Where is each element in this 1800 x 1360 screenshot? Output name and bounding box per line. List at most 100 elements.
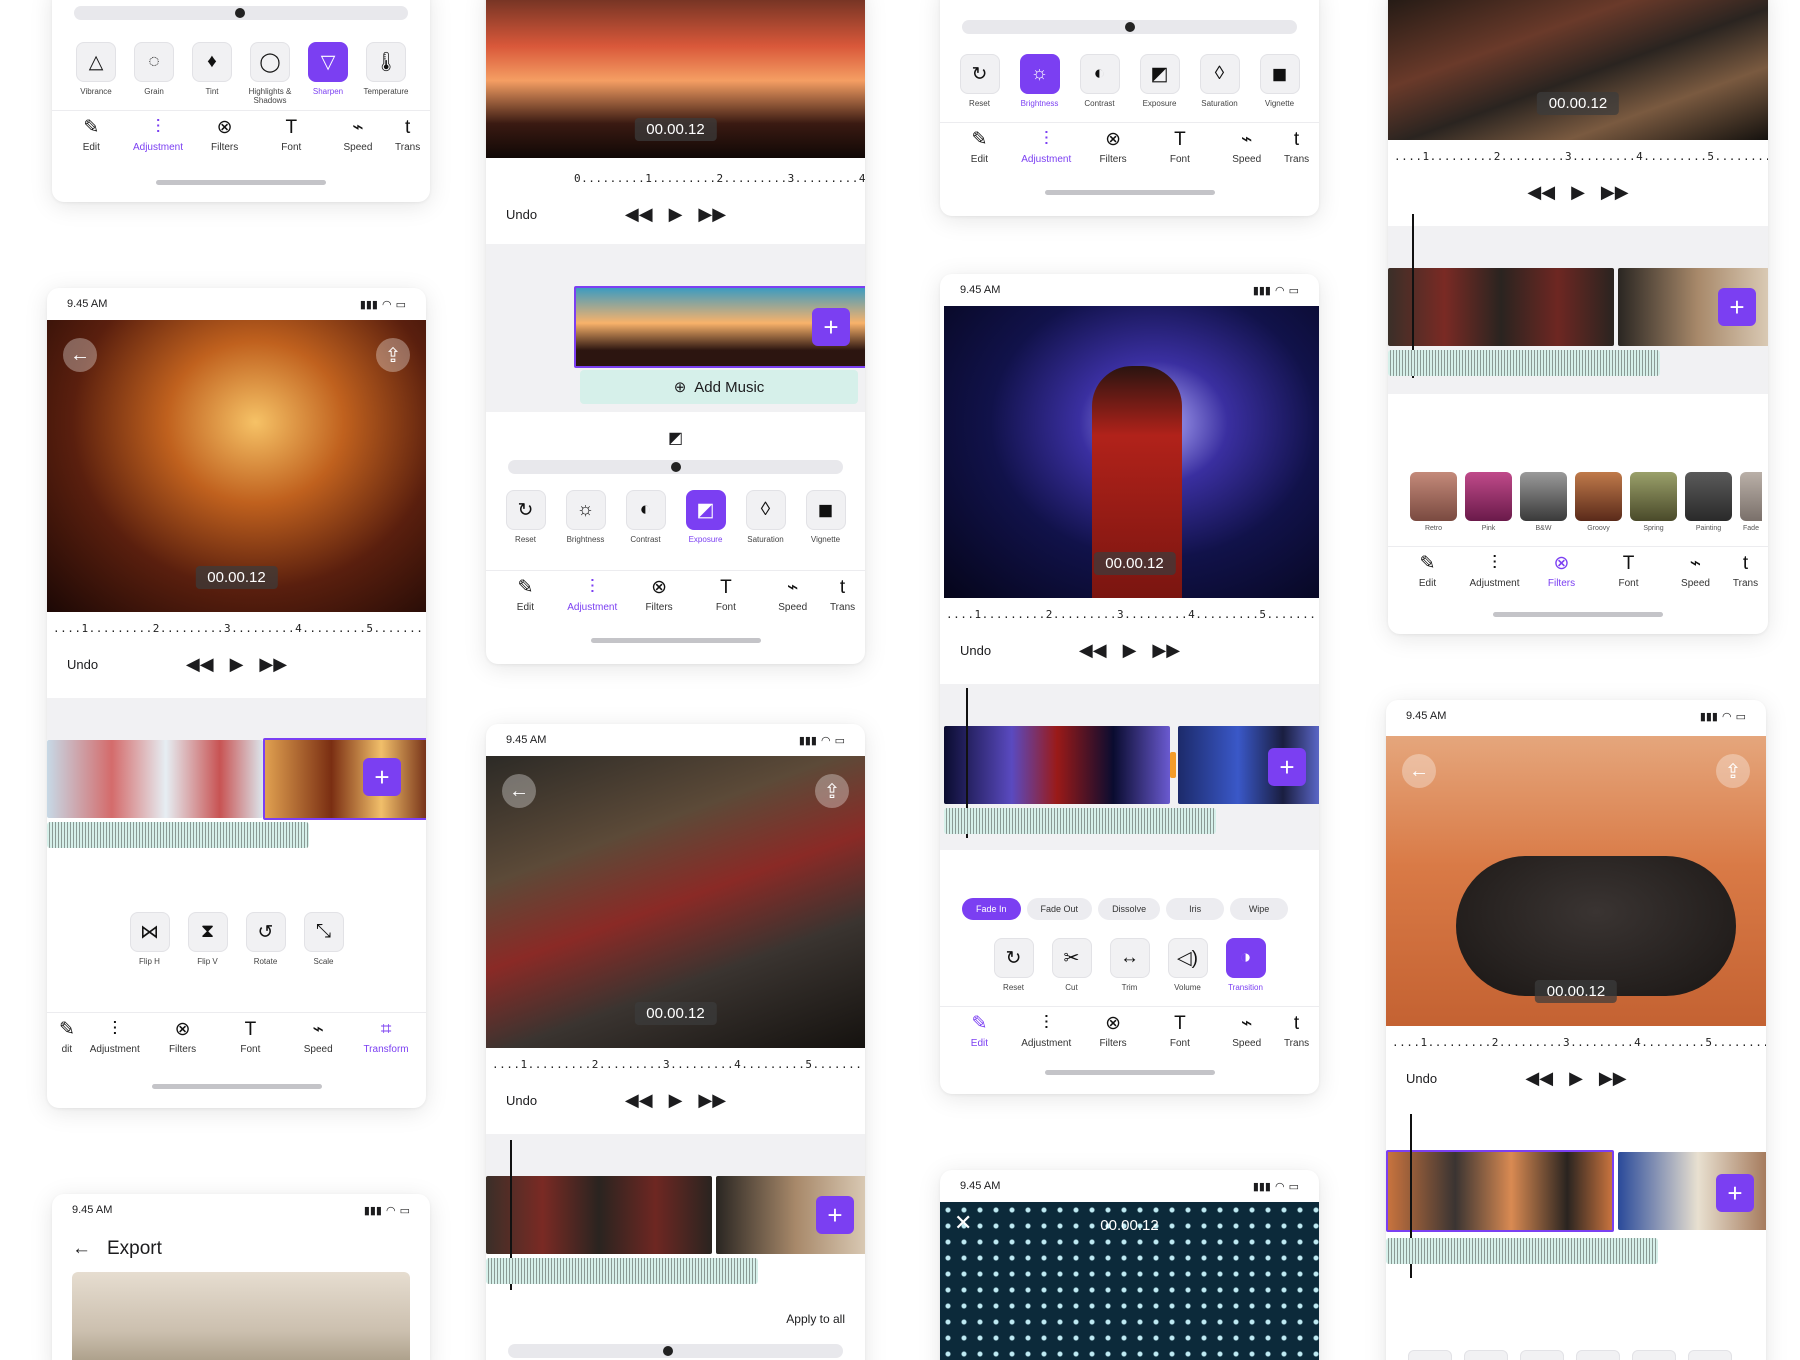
nav-speed[interactable]: ⌁ Speed bbox=[1666, 553, 1726, 598]
adjust-slider[interactable] bbox=[508, 460, 843, 474]
tool-temperature[interactable]: 🌡︎ Temperature bbox=[363, 42, 409, 105]
play-icon[interactable]: ▶ bbox=[1123, 640, 1137, 661]
slider-knob[interactable] bbox=[235, 8, 245, 18]
clip-ferris-wheel[interactable] bbox=[47, 740, 263, 818]
tool-transition[interactable]: ◑ Transition bbox=[1223, 938, 1269, 992]
clip-vr-woman[interactable] bbox=[944, 726, 1170, 804]
nav-trans[interactable]: t Trans bbox=[830, 577, 856, 622]
nav-font[interactable]: T Font bbox=[1150, 1013, 1210, 1058]
nav-filters[interactable]: ⊗ Filters bbox=[629, 577, 689, 622]
adjust-slider[interactable] bbox=[74, 6, 408, 20]
tool-scale[interactable]: ⤡ Scale bbox=[301, 912, 347, 966]
tool-saturation[interactable]: ◊ Saturation bbox=[743, 490, 789, 544]
nav-edit[interactable]: ✎ Edit bbox=[949, 1013, 1009, 1058]
filter-fade[interactable]: Fade bbox=[1740, 472, 1762, 532]
undo-button[interactable]: Undo bbox=[67, 657, 98, 672]
forward-icon[interactable]: ▶▶ bbox=[1152, 640, 1180, 661]
nav-filters[interactable]: ⊗ Filters bbox=[1083, 129, 1143, 174]
rewind-icon[interactable]: ◀◀ bbox=[625, 1090, 653, 1111]
add-clip-button[interactable]: + bbox=[1716, 1174, 1754, 1212]
filter-groovy[interactable]: Groovy bbox=[1575, 472, 1622, 532]
filter-bw[interactable]: B&W bbox=[1520, 472, 1567, 532]
tool-reset[interactable]: ↻ Reset bbox=[503, 490, 549, 544]
nav-adjustment[interactable]: ⫶ Adjustment bbox=[1016, 1013, 1076, 1058]
nav-speed[interactable]: ⌁ Speed bbox=[328, 117, 388, 160]
tool-box[interactable] bbox=[1576, 1350, 1620, 1360]
share-button[interactable]: ⇪ bbox=[376, 338, 410, 372]
tool-rotate[interactable]: ↺ Rotate bbox=[243, 912, 289, 966]
tool-box[interactable] bbox=[1408, 1350, 1452, 1360]
clip-train[interactable] bbox=[1388, 268, 1614, 346]
nav-font[interactable]: T Font bbox=[261, 117, 321, 160]
nav-edit[interactable]: ✎ Edit bbox=[61, 117, 121, 160]
slider-knob[interactable] bbox=[671, 462, 681, 472]
clip-controller-selected[interactable] bbox=[1386, 1150, 1614, 1232]
rewind-icon[interactable]: ◀◀ bbox=[1079, 640, 1107, 661]
play-icon[interactable]: ▶ bbox=[1569, 1068, 1583, 1089]
add-clip-button[interactable]: + bbox=[1718, 288, 1756, 326]
add-clip-button[interactable]: + bbox=[1268, 748, 1306, 786]
nav-adjustment[interactable]: ⫶ Adjustment bbox=[85, 1019, 145, 1064]
add-clip-button[interactable]: + bbox=[812, 308, 850, 346]
tool-box[interactable] bbox=[1632, 1350, 1676, 1360]
tool-box[interactable] bbox=[1520, 1350, 1564, 1360]
forward-icon[interactable]: ▶▶ bbox=[1599, 1068, 1627, 1089]
nav-speed[interactable]: ⌁ Speed bbox=[1217, 1013, 1277, 1058]
transition-option[interactable]: Iris bbox=[1166, 898, 1225, 920]
nav-filters[interactable]: ⊗ Filters bbox=[195, 117, 255, 160]
tool-brightness[interactable]: ☼ Brightness bbox=[1017, 54, 1063, 108]
tool-vibrance[interactable]: △ Vibrance bbox=[73, 42, 119, 105]
undo-button[interactable]: Undo bbox=[960, 643, 991, 658]
undo-button[interactable]: Undo bbox=[506, 1093, 537, 1108]
nav-font[interactable]: T Font bbox=[1150, 129, 1210, 174]
transition-option[interactable]: Fade Out bbox=[1026, 898, 1093, 920]
audio-waveform[interactable] bbox=[486, 1258, 758, 1284]
add-clip-button[interactable]: + bbox=[816, 1196, 854, 1234]
forward-icon[interactable]: ▶▶ bbox=[259, 654, 287, 675]
play-icon[interactable]: ▶ bbox=[669, 1090, 683, 1111]
add-clip-button[interactable]: + bbox=[363, 758, 401, 796]
nav-filters[interactable]: ⊗ Filters bbox=[153, 1019, 213, 1064]
tool-exposure[interactable]: ◩ Exposure bbox=[1137, 54, 1183, 108]
nav-adjustment[interactable]: ⫶ Adjustment bbox=[1016, 129, 1076, 174]
tool-saturation[interactable]: ◊ Saturation bbox=[1197, 54, 1243, 108]
play-icon[interactable]: ▶ bbox=[669, 204, 683, 225]
nav-filters[interactable]: ⊗ Filters bbox=[1083, 1013, 1143, 1058]
transition-option[interactable]: Dissolve bbox=[1098, 898, 1161, 920]
nav-edit[interactable]: ✎ Edit bbox=[495, 577, 555, 622]
audio-waveform[interactable] bbox=[1386, 1238, 1658, 1264]
nav-trans[interactable]: t Trans bbox=[1284, 1013, 1310, 1058]
filter-retro[interactable]: Retro bbox=[1410, 472, 1457, 532]
forward-icon[interactable]: ▶▶ bbox=[1601, 182, 1629, 203]
tool-sharpen[interactable]: ▽ Sharpen bbox=[305, 42, 351, 105]
tool-box[interactable] bbox=[1688, 1350, 1732, 1360]
tool-vignette[interactable]: ◼ Vignette bbox=[1257, 54, 1303, 108]
filter-pink[interactable]: Pink bbox=[1465, 472, 1512, 532]
forward-icon[interactable]: ▶▶ bbox=[698, 1090, 726, 1111]
nav-font[interactable]: T Font bbox=[1599, 553, 1659, 598]
nav-trans[interactable]: t Trans bbox=[1284, 129, 1310, 174]
nav-edit[interactable]: ✎ dit bbox=[57, 1019, 77, 1064]
rewind-icon[interactable]: ◀◀ bbox=[1527, 182, 1555, 203]
nav-transform[interactable]: ⌗ Transform bbox=[356, 1019, 416, 1064]
add-music-button[interactable]: ⊕ Add Music bbox=[580, 370, 858, 404]
rewind-icon[interactable]: ◀◀ bbox=[186, 654, 214, 675]
adjust-slider[interactable] bbox=[508, 1344, 843, 1358]
rewind-icon[interactable]: ◀◀ bbox=[625, 204, 653, 225]
audio-waveform[interactable] bbox=[47, 822, 309, 848]
back-arrow-icon[interactable]: ← bbox=[72, 1238, 91, 1260]
tool-contrast[interactable]: ◐ Contrast bbox=[1077, 54, 1123, 108]
tool-cut[interactable]: ✂ Cut bbox=[1049, 938, 1095, 992]
back-button[interactable]: ← bbox=[1402, 754, 1436, 788]
nav-filters[interactable]: ⊗ Filters bbox=[1532, 553, 1592, 598]
nav-adjustment[interactable]: ⫶ Adjustment bbox=[128, 117, 188, 160]
transition-option[interactable]: Wipe bbox=[1230, 898, 1289, 920]
clip-carousel-selected[interactable] bbox=[263, 738, 426, 820]
nav-adjustment[interactable]: ⫶ Adjustment bbox=[1465, 553, 1525, 598]
nav-speed[interactable]: ⌁ Speed bbox=[1217, 129, 1277, 174]
audio-waveform[interactable] bbox=[1388, 350, 1660, 376]
tool-flip-v[interactable]: ⧗ Flip V bbox=[185, 912, 231, 966]
nav-trans[interactable]: t Trans bbox=[395, 117, 421, 160]
nav-font[interactable]: T Font bbox=[696, 577, 756, 622]
rewind-icon[interactable]: ◀◀ bbox=[1525, 1068, 1553, 1089]
